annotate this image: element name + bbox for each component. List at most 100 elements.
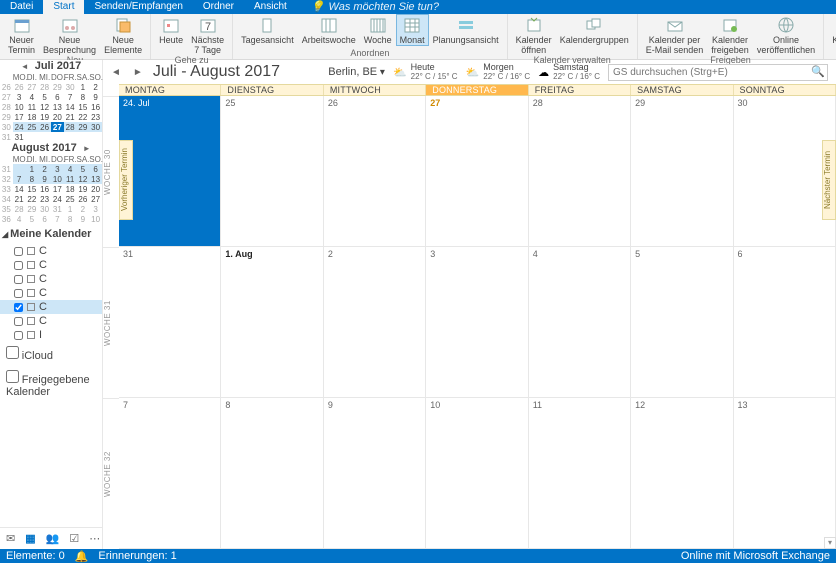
mini-day-cell[interactable]: 14 bbox=[13, 184, 26, 194]
mini-day-cell[interactable]: 30 bbox=[64, 82, 77, 92]
mini-day-cell[interactable]: 2 bbox=[89, 82, 102, 92]
mini-day-cell[interactable]: 30 bbox=[38, 204, 51, 214]
prev-range-button[interactable]: ◄ bbox=[109, 67, 123, 78]
tab-senden[interactable]: Senden/Empfangen bbox=[84, 0, 192, 14]
mini-day-cell[interactable]: 6 bbox=[51, 92, 64, 102]
mini-day-cell[interactable]: 29 bbox=[26, 204, 39, 214]
mini-day-cell[interactable]: 11 bbox=[26, 102, 39, 112]
mini-day-cell[interactable]: 1 bbox=[77, 82, 90, 92]
tasks-nav-button[interactable]: ☑ bbox=[69, 532, 79, 545]
search-input[interactable] bbox=[608, 64, 828, 81]
next-appointment-tab[interactable]: Nächster Termin bbox=[822, 140, 836, 220]
day-cell[interactable]: 4 bbox=[529, 247, 631, 397]
calendar-list-item[interactable]: C bbox=[0, 244, 102, 258]
mini-day-cell[interactable]: 22 bbox=[26, 194, 39, 204]
day-view-button[interactable]: Tagesansicht bbox=[237, 14, 298, 45]
mini-day-cell[interactable]: 18 bbox=[26, 112, 39, 122]
day-cell[interactable]: 7 bbox=[119, 398, 221, 548]
mini-day-cell[interactable]: 22 bbox=[77, 112, 90, 122]
tab-ansicht[interactable]: Ansicht bbox=[244, 0, 297, 14]
mini-day-cell[interactable]: 27 bbox=[89, 194, 102, 204]
mini-day-cell[interactable]: 12 bbox=[77, 174, 90, 184]
mini-day-cell[interactable]: 26 bbox=[77, 194, 90, 204]
mini-day-cell[interactable]: 10 bbox=[51, 174, 64, 184]
mini-day-cell[interactable]: 4 bbox=[64, 164, 77, 174]
weather-today[interactable]: ⛅Heute22° C / 15° C bbox=[393, 63, 458, 81]
calendar-checkbox[interactable] bbox=[14, 261, 23, 270]
new-meeting-button[interactable]: Neue Besprechung bbox=[39, 14, 100, 55]
calendar-checkbox[interactable] bbox=[14, 275, 23, 284]
day-cell[interactable]: 25 bbox=[221, 96, 323, 246]
publish-online-button[interactable]: Online veröffentlichen bbox=[753, 14, 819, 55]
next-month-button[interactable]: ► bbox=[83, 144, 91, 153]
day-cell[interactable]: 12 bbox=[631, 398, 733, 548]
day-cell[interactable]: 6 bbox=[734, 247, 836, 397]
mini-day-cell[interactable]: 7 bbox=[64, 92, 77, 102]
new-items-button[interactable]: Neue Elemente bbox=[100, 14, 146, 55]
mini-day-cell[interactable]: 14 bbox=[64, 102, 77, 112]
day-cell[interactable]: 2 bbox=[324, 247, 426, 397]
tab-start[interactable]: Start bbox=[43, 0, 84, 14]
day-header-cell[interactable]: DONNERSTAG bbox=[426, 85, 528, 95]
calendar-permissions-button[interactable]: Kalenderberechtigungen bbox=[828, 14, 836, 45]
mini-day-cell[interactable]: 31 bbox=[13, 132, 26, 142]
mini-day-cell[interactable] bbox=[38, 132, 51, 142]
mini-day-cell[interactable] bbox=[77, 132, 90, 142]
mini-day-cell[interactable]: 30 bbox=[89, 122, 102, 132]
mini-day-cell[interactable]: 18 bbox=[64, 184, 77, 194]
mini-day-cell[interactable] bbox=[89, 132, 102, 142]
mini-calendar-july[interactable]: MO.DI.MI.DO.FR.SA.SO.2626272829301227345… bbox=[0, 72, 102, 142]
section-icloud[interactable]: iCloud bbox=[0, 342, 102, 366]
mini-day-cell[interactable]: 1 bbox=[26, 164, 39, 174]
calendar-list-item[interactable]: I bbox=[0, 328, 102, 342]
calendar-groups-button[interactable]: Kalendergruppen bbox=[556, 14, 633, 45]
mini-day-cell[interactable]: 24 bbox=[51, 194, 64, 204]
week-view-button[interactable]: Woche bbox=[360, 14, 396, 45]
mini-day-cell[interactable]: 11 bbox=[64, 174, 77, 184]
mini-day-cell[interactable]: 15 bbox=[26, 184, 39, 194]
tab-datei[interactable]: Datei bbox=[0, 0, 43, 14]
mini-day-cell[interactable] bbox=[13, 164, 26, 174]
mini-day-cell[interactable] bbox=[64, 132, 77, 142]
day-cell[interactable]: 26 bbox=[324, 96, 426, 246]
day-cell[interactable]: 24. Jul bbox=[119, 96, 221, 246]
mini-day-cell[interactable]: 3 bbox=[13, 92, 26, 102]
mini-day-cell[interactable]: 6 bbox=[89, 164, 102, 174]
day-cell[interactable]: 1. Aug bbox=[221, 247, 323, 397]
prev-month-button[interactable]: ◄ bbox=[21, 62, 29, 71]
month-view-button[interactable]: Monat bbox=[396, 14, 429, 46]
weather-location[interactable]: Berlin, BE ▾ bbox=[328, 66, 385, 78]
mini-day-cell[interactable]: 9 bbox=[38, 174, 51, 184]
day-cell[interactable]: 9 bbox=[324, 398, 426, 548]
mini-day-cell[interactable]: 26 bbox=[38, 122, 51, 132]
mail-nav-button[interactable]: ✉ bbox=[6, 532, 15, 545]
people-nav-button[interactable]: 👥 bbox=[46, 532, 60, 545]
day-cell[interactable]: 8 bbox=[221, 398, 323, 548]
mini-day-cell[interactable]: 28 bbox=[64, 122, 77, 132]
day-cell[interactable]: 5 bbox=[631, 247, 733, 397]
mini-day-cell[interactable]: 8 bbox=[77, 92, 90, 102]
day-header-cell[interactable]: FREITAG bbox=[529, 85, 631, 95]
calendar-list-item[interactable]: C bbox=[0, 314, 102, 328]
mini-day-cell[interactable] bbox=[51, 132, 64, 142]
calendar-checkbox[interactable] bbox=[14, 247, 23, 256]
mini-day-cell[interactable]: 16 bbox=[38, 184, 51, 194]
mini-day-cell[interactable]: 9 bbox=[89, 92, 102, 102]
calendar-checkbox[interactable] bbox=[14, 303, 23, 312]
next-range-button[interactable]: ► bbox=[131, 67, 145, 78]
mini-day-cell[interactable]: 19 bbox=[77, 184, 90, 194]
day-cell[interactable]: 31 bbox=[119, 247, 221, 397]
mini-day-cell[interactable]: 17 bbox=[13, 112, 26, 122]
day-cell[interactable]: 10 bbox=[426, 398, 528, 548]
mini-day-cell[interactable]: 20 bbox=[89, 184, 102, 194]
calendar-list-item[interactable]: C bbox=[0, 286, 102, 300]
mini-day-cell[interactable]: 10 bbox=[13, 102, 26, 112]
mini-day-cell[interactable]: 29 bbox=[77, 122, 90, 132]
share-calendar-button[interactable]: Kalender freigeben bbox=[707, 14, 753, 55]
day-cell[interactable]: 13 bbox=[734, 398, 836, 548]
mini-day-cell[interactable]: 6 bbox=[38, 214, 51, 224]
mini-day-cell[interactable]: 13 bbox=[51, 102, 64, 112]
day-cell[interactable]: 3 bbox=[426, 247, 528, 397]
search-icon[interactable]: 🔍 bbox=[811, 65, 825, 78]
calendar-checkbox[interactable] bbox=[14, 289, 23, 298]
